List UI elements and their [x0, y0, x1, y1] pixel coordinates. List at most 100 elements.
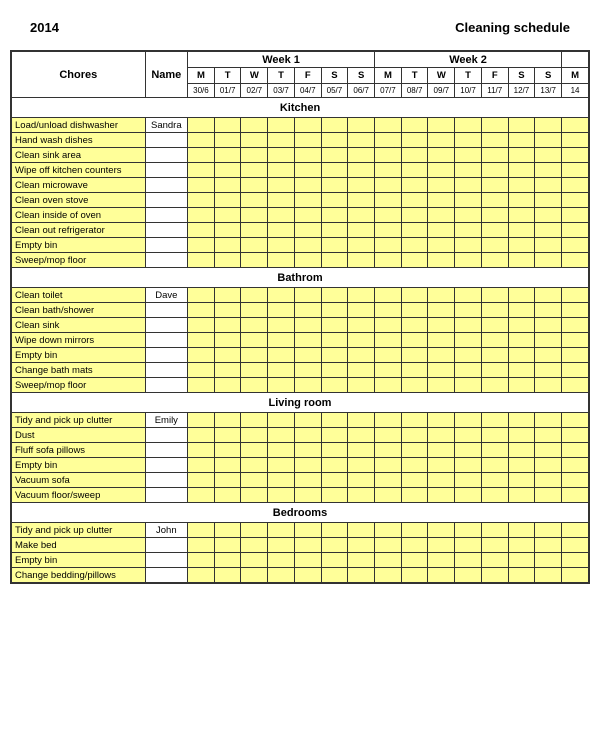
task-name-2-3: [145, 458, 188, 473]
task-day-0-6-13: [535, 208, 562, 223]
day-T1: T: [214, 68, 241, 84]
task-day-0-1-1: [214, 133, 241, 148]
task-day-3-1-10: [455, 538, 482, 553]
task-day-0-6-8: [401, 208, 428, 223]
task-day-3-0-7: [375, 523, 402, 538]
page-header: 2014 Cleaning schedule: [10, 10, 590, 50]
task-day-1-1-7: [375, 303, 402, 318]
task-day-1-3-2: [241, 333, 268, 348]
task-day-0-7-4: [294, 223, 321, 238]
task-day-1-1-5: [321, 303, 348, 318]
task-row-0-7: Clean out refrigerator: [12, 223, 589, 238]
task-row-1-2: Clean sink: [12, 318, 589, 333]
task-day-0-7-10: [455, 223, 482, 238]
task-day-0-4-0: [188, 178, 215, 193]
year-label: 2014: [30, 20, 59, 35]
date-13: 12/7: [508, 84, 535, 98]
task-day-1-2-11: [481, 318, 508, 333]
task-day-1-2-7: [375, 318, 402, 333]
task-name-1-6: [145, 378, 188, 393]
date-4: 03/7: [268, 84, 295, 98]
task-day-1-6-2: [241, 378, 268, 393]
task-name-1-0: Dave: [145, 288, 188, 303]
task-day-1-1-10: [455, 303, 482, 318]
task-day-1-2-6: [348, 318, 375, 333]
task-day-0-7-6: [348, 223, 375, 238]
task-day-0-4-1: [214, 178, 241, 193]
task-day-0-4-12: [508, 178, 535, 193]
task-day-0-0-3: [268, 118, 295, 133]
date-15: 14: [562, 84, 589, 98]
task-day-2-0-10: [455, 413, 482, 428]
task-day-2-1-13: [535, 428, 562, 443]
task-day-3-3-1: [214, 568, 241, 583]
task-day-0-4-13: [535, 178, 562, 193]
task-name-3-1: [145, 538, 188, 553]
task-day-3-1-7: [375, 538, 402, 553]
task-day-0-3-0: [188, 163, 215, 178]
task-row-0-0: Load/unload dishwasherSandra: [12, 118, 589, 133]
task-day-0-4-6: [348, 178, 375, 193]
task-name-1-5: [145, 363, 188, 378]
task-day-0-9-5: [321, 253, 348, 268]
task-day-0-1-0: [188, 133, 215, 148]
date-5: 04/7: [294, 84, 321, 98]
task-day-3-3-11: [481, 568, 508, 583]
task-name-3-2: [145, 553, 188, 568]
task-day-0-2-8: [401, 148, 428, 163]
task-day-0-3-11: [481, 163, 508, 178]
task-day-2-0-7: [375, 413, 402, 428]
task-day-3-1-5: [321, 538, 348, 553]
task-day-2-0-5: [321, 413, 348, 428]
task-name-1-3: [145, 333, 188, 348]
task-day-3-3-6: [348, 568, 375, 583]
task-day-3-1-2: [241, 538, 268, 553]
section-title-3: Bedrooms: [12, 503, 589, 523]
task-day-0-3-14: [562, 163, 589, 178]
task-day-0-0-4: [294, 118, 321, 133]
task-day-0-2-13: [535, 148, 562, 163]
task-day-0-7-8: [401, 223, 428, 238]
task-day-0-3-13: [535, 163, 562, 178]
task-day-0-0-0: [188, 118, 215, 133]
task-day-1-3-8: [401, 333, 428, 348]
schedule-table: Chores Name Week 1 Week 2 M T W T F S S …: [11, 51, 589, 583]
task-day-0-9-8: [401, 253, 428, 268]
name-header: Name: [145, 52, 188, 98]
task-day-1-6-8: [401, 378, 428, 393]
task-day-2-5-6: [348, 488, 375, 503]
task-day-1-5-10: [455, 363, 482, 378]
task-day-2-0-14: [562, 413, 589, 428]
task-day-0-8-9: [428, 238, 455, 253]
task-day-2-3-11: [481, 458, 508, 473]
task-row-0-3: Wipe off kitchen counters: [12, 163, 589, 178]
task-day-0-9-3: [268, 253, 295, 268]
task-day-1-3-5: [321, 333, 348, 348]
task-day-0-1-14: [562, 133, 589, 148]
task-name-2-2: [145, 443, 188, 458]
day-M3: M: [562, 68, 589, 84]
task-day-2-1-5: [321, 428, 348, 443]
section-header-3: Bedrooms: [12, 503, 589, 523]
task-day-1-6-11: [481, 378, 508, 393]
date-8: 07/7: [375, 84, 402, 98]
task-day-0-3-3: [268, 163, 295, 178]
task-day-2-2-5: [321, 443, 348, 458]
task-row-1-4: Empty bin: [12, 348, 589, 363]
task-day-0-8-2: [241, 238, 268, 253]
task-day-2-4-12: [508, 473, 535, 488]
task-day-2-5-8: [401, 488, 428, 503]
task-day-1-3-7: [375, 333, 402, 348]
task-day-3-3-4: [294, 568, 321, 583]
task-day-0-9-9: [428, 253, 455, 268]
task-day-3-0-6: [348, 523, 375, 538]
task-label-0-6: Clean inside of oven: [12, 208, 146, 223]
task-day-2-5-4: [294, 488, 321, 503]
task-day-0-4-3: [268, 178, 295, 193]
task-day-3-0-9: [428, 523, 455, 538]
task-day-1-1-4: [294, 303, 321, 318]
task-row-1-0: Clean toiletDave: [12, 288, 589, 303]
task-day-0-6-14: [562, 208, 589, 223]
task-day-0-1-11: [481, 133, 508, 148]
task-day-0-7-9: [428, 223, 455, 238]
